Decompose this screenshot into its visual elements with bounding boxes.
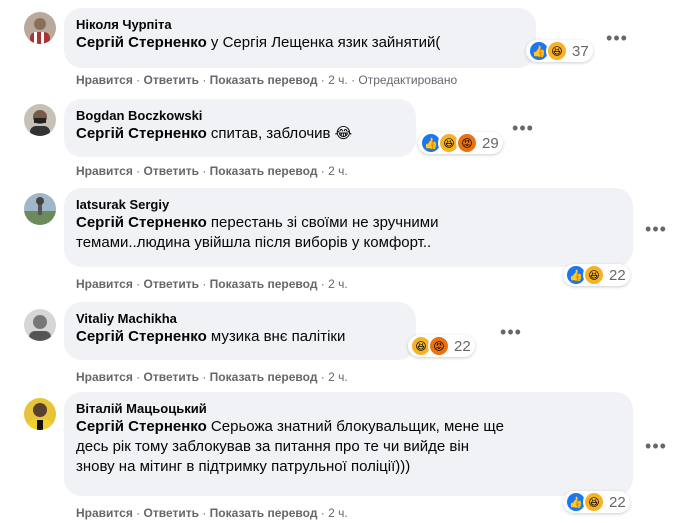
avatar[interactable]	[24, 309, 56, 341]
user-photo-icon	[24, 197, 56, 225]
comment-time[interactable]: 2 ч.	[328, 506, 348, 520]
reaction-count: 22	[609, 493, 626, 511]
mention-link[interactable]: Сергій Стерненко	[76, 34, 207, 51]
like-button[interactable]: Нравится	[76, 370, 133, 384]
mention-link[interactable]: Сергій Стерненко	[76, 125, 207, 142]
translate-button[interactable]: Показать перевод	[210, 506, 318, 520]
like-button[interactable]: Нравится	[76, 506, 133, 520]
user-photo-icon	[29, 315, 51, 341]
haha-reaction-icon: 😆	[583, 491, 605, 513]
user-photo-icon	[30, 18, 50, 44]
comment-bubble: Віталій Мацьоцький Сергій Стерненко Серь…	[64, 392, 633, 496]
user-photo-icon	[29, 403, 51, 430]
reaction-count: 22	[454, 337, 471, 355]
reply-button[interactable]: Ответить	[144, 277, 199, 291]
comment-actions: Нравится · Ответить · Показать перевод ·…	[76, 370, 348, 384]
avatar[interactable]	[24, 398, 56, 430]
avatar[interactable]	[24, 12, 56, 44]
translate-button[interactable]: Показать перевод	[210, 73, 318, 87]
haha-reaction-icon: 😆	[583, 264, 605, 286]
user-photo-icon	[30, 110, 50, 136]
comment-time[interactable]: 2 ч.	[328, 277, 348, 291]
comment-time[interactable]: 2 ч.	[328, 370, 348, 384]
comment-time[interactable]: 2 ч.	[328, 73, 348, 87]
comment-text: Сергій Стерненко перестань зі своїми не …	[76, 214, 439, 251]
comment-actions: Нравится · Ответить · Показать перевод ·…	[76, 506, 348, 520]
reaction-count: 22	[609, 266, 626, 284]
reply-button[interactable]: Ответить	[144, 164, 199, 178]
translate-button[interactable]: Показать перевод	[210, 164, 318, 178]
reaction-summary[interactable]: 👍 😆 😡 29	[418, 132, 503, 154]
comment-author[interactable]: Vitaliy Machikha	[76, 310, 404, 327]
avatar[interactable]	[24, 193, 56, 225]
reaction-count: 29	[482, 134, 499, 152]
comment-text: Сергій Стерненко Серьожа знатний блокува…	[76, 418, 504, 475]
more-options-icon[interactable]: •••	[507, 112, 539, 144]
mention-link[interactable]: Сергій Стерненко	[76, 328, 207, 345]
comment-time[interactable]: 2 ч.	[328, 164, 348, 178]
angry-reaction-icon: 😡	[456, 132, 478, 154]
like-button[interactable]: Нравится	[76, 277, 133, 291]
mention-link[interactable]: Сергій Стерненко	[76, 214, 207, 231]
comment-actions: Нравится · Ответить · Показать перевод ·…	[76, 164, 348, 178]
angry-reaction-icon: 😡	[428, 335, 450, 357]
more-options-icon[interactable]: •••	[640, 430, 672, 462]
reaction-summary[interactable]: 😆 😡 22	[408, 335, 475, 357]
comment-bubble: Iatsurak Sergiy Сергій Стерненко переста…	[64, 188, 633, 267]
translate-button[interactable]: Показать перевод	[210, 277, 318, 291]
comment-text: Сергій Стерненко спитав, заблочив 😂	[76, 125, 353, 142]
reply-button[interactable]: Ответить	[144, 73, 199, 87]
reaction-summary[interactable]: 👍 😆 22	[563, 264, 630, 286]
reaction-summary[interactable]: 👍 😆 37	[526, 40, 593, 62]
comment-actions: Нравится · Ответить · Показать перевод ·…	[76, 73, 458, 87]
comment-bubble: Bogdan Boczkowski Сергій Стерненко спита…	[64, 99, 416, 157]
reaction-summary[interactable]: 👍 😆 22	[563, 491, 630, 513]
reply-button[interactable]: Ответить	[144, 506, 199, 520]
edited-label: Отредактировано	[358, 73, 458, 87]
like-button[interactable]: Нравится	[76, 164, 133, 178]
haha-reaction-icon: 😆	[546, 40, 568, 62]
comment-author[interactable]: Iatsurak Sergiy	[76, 196, 621, 213]
mention-link[interactable]: Сергій Стерненко	[76, 418, 207, 435]
reply-button[interactable]: Ответить	[144, 370, 199, 384]
comment-text: Сергій Стерненко музика внє палітіки	[76, 328, 346, 345]
comment-bubble: Vitaliy Machikha Сергій Стерненко музика…	[64, 302, 416, 360]
reaction-count: 37	[572, 42, 589, 60]
avatar[interactable]	[24, 104, 56, 136]
comment-actions: Нравится · Ответить · Показать перевод ·…	[76, 277, 348, 291]
more-options-icon[interactable]: •••	[495, 316, 527, 348]
comment-author[interactable]: Віталій Мацьоцький	[76, 400, 621, 417]
more-options-icon[interactable]: •••	[640, 213, 672, 245]
translate-button[interactable]: Показать перевод	[210, 370, 318, 384]
comment-author[interactable]: Ніколя Чурпіта	[76, 16, 524, 33]
more-options-icon[interactable]: •••	[601, 22, 633, 54]
comment-author[interactable]: Bogdan Boczkowski	[76, 107, 404, 124]
comment-bubble: Ніколя Чурпіта Сергій Стерненко у Сергія…	[64, 8, 536, 68]
like-button[interactable]: Нравится	[76, 73, 133, 87]
comment-text: Сергій Стерненко у Сергія Лещенка язик з…	[76, 34, 441, 51]
